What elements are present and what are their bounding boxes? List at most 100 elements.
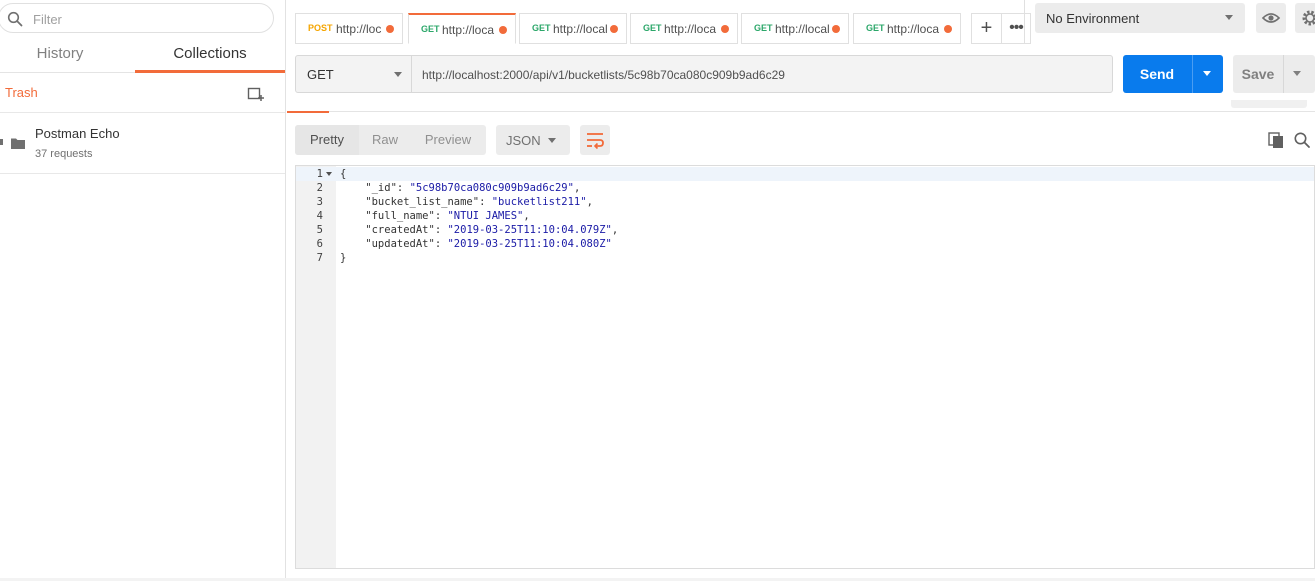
chevron-down-icon xyxy=(394,72,402,77)
json-value: "2019-03-25T11:10:04.079Z" xyxy=(447,224,612,236)
filter-box[interactable] xyxy=(0,3,274,33)
json-key: "bucket_list_name" xyxy=(340,196,480,208)
format-label: JSON xyxy=(506,133,541,148)
response-body-editor[interactable]: 1 { 2 "_id": "5c98b70ca080c909b9ad6c29",… xyxy=(295,165,1315,569)
tab-method: GET xyxy=(532,23,551,33)
response-tabs-divider xyxy=(287,111,1315,112)
line-number: 7 xyxy=(316,252,323,264)
tab-url: http://loca xyxy=(887,22,940,36)
filter-input[interactable] xyxy=(33,9,253,29)
collection-item[interactable]: Postman Echo 37 requests xyxy=(0,114,285,174)
view-mode-group: Pretty Raw Preview xyxy=(295,125,486,155)
send-options-chevron-icon[interactable] xyxy=(1203,71,1211,76)
save-label: Save xyxy=(1241,66,1275,82)
code-text: "updatedAt": "2019-03-25T11:10:04.080Z" xyxy=(340,238,612,250)
code-text: "createdAt": "2019-03-25T11:10:04.079Z", xyxy=(340,224,619,236)
chevron-down-icon xyxy=(548,138,556,143)
request-tab[interactable]: GET http://loca xyxy=(630,13,738,44)
code-text: { xyxy=(340,168,347,180)
code-line: 5 "createdAt": "2019-03-25T11:10:04.079Z… xyxy=(296,223,1314,237)
trash-row: Trash xyxy=(0,74,285,113)
json-key: "createdAt" xyxy=(340,224,435,236)
unsaved-dot-icon xyxy=(499,26,507,34)
wrap-lines-button[interactable] xyxy=(580,125,610,155)
line-number: 5 xyxy=(316,224,323,236)
unsaved-dot-icon xyxy=(944,25,952,33)
method-select[interactable]: GET xyxy=(295,55,412,93)
url-input[interactable] xyxy=(422,66,1102,84)
json-punct: , xyxy=(573,182,581,194)
tab-url: http://loca xyxy=(664,22,717,36)
code-line: 6 "updatedAt": "2019-03-25T11:10:04.080Z… xyxy=(296,237,1314,251)
code-text: "full_name": "NTUI JAMES", xyxy=(340,210,530,222)
collection-name: Postman Echo xyxy=(35,126,120,141)
fold-toggle-icon[interactable] xyxy=(326,172,332,176)
url-field[interactable] xyxy=(411,55,1113,93)
save-options-chevron-icon[interactable] xyxy=(1293,71,1301,76)
send-button[interactable]: Send xyxy=(1123,55,1223,93)
send-label: Send xyxy=(1139,66,1175,82)
new-collection-icon[interactable] xyxy=(247,85,264,102)
tab-url: http://local xyxy=(775,22,830,36)
request-tab[interactable]: POST http://loc xyxy=(295,13,403,44)
line-number: 1 xyxy=(316,168,323,180)
save-dropdown-shadow xyxy=(1231,100,1307,108)
tab-method: GET xyxy=(643,23,662,33)
save-divider xyxy=(1283,55,1284,93)
request-tab[interactable]: GET http://local xyxy=(519,13,627,44)
request-tab[interactable]: GET http://loca xyxy=(853,13,961,44)
environment-quick-look-button[interactable] xyxy=(1256,3,1286,33)
tab-method: GET xyxy=(866,23,885,33)
gear-icon xyxy=(1302,10,1315,26)
tab-collections[interactable]: Collections xyxy=(135,38,285,73)
tab-method: GET xyxy=(421,24,440,34)
chevron-down-icon xyxy=(1225,15,1233,20)
tab-url: http://loc xyxy=(336,22,382,36)
wrap-lines-icon xyxy=(587,133,604,150)
tab-url: http://local xyxy=(553,22,608,36)
json-punct: , xyxy=(586,196,593,208)
environment-label: No Environment xyxy=(1046,11,1140,26)
collapse-arrow-icon[interactable] xyxy=(0,139,3,145)
send-divider xyxy=(1192,55,1193,93)
format-select[interactable]: JSON xyxy=(496,125,570,155)
json-value: "NTUI JAMES" xyxy=(447,210,524,222)
tab-history[interactable]: History xyxy=(0,38,120,73)
json-punct: , xyxy=(523,210,530,222)
code-line: 2 "_id": "5c98b70ca080c909b9ad6c29", xyxy=(296,181,1314,195)
copy-icon[interactable] xyxy=(1267,131,1285,149)
trash-link[interactable]: Trash xyxy=(5,85,38,100)
more-tabs-button[interactable]: ••• xyxy=(1001,13,1031,44)
view-raw-button[interactable]: Raw xyxy=(359,125,411,155)
manage-environments-button[interactable] xyxy=(1295,3,1315,33)
tab-url: http://loca xyxy=(442,23,495,37)
new-tab-button[interactable]: + xyxy=(971,13,1001,44)
response-tab-indicator xyxy=(287,111,329,113)
json-key: "updatedAt" xyxy=(340,238,435,250)
sidebar: History Collections Trash Postman Echo 3… xyxy=(0,0,286,581)
line-number: 6 xyxy=(316,238,323,250)
line-number: 3 xyxy=(316,196,323,208)
unsaved-dot-icon xyxy=(386,25,394,33)
line-number: 4 xyxy=(316,210,323,222)
save-button[interactable]: Save xyxy=(1233,55,1315,93)
environment-select[interactable]: No Environment xyxy=(1035,3,1245,33)
json-value: "bucketlist211" xyxy=(491,196,587,208)
request-tab[interactable]: GET http://local xyxy=(741,13,849,44)
request-tab-active[interactable]: GET http://loca xyxy=(408,13,516,44)
view-pretty-button[interactable]: Pretty xyxy=(295,125,359,155)
view-preview-button[interactable]: Preview xyxy=(411,125,485,155)
search-icon[interactable] xyxy=(1293,131,1311,149)
code-line: 1 { xyxy=(296,167,1314,181)
tab-method: GET xyxy=(754,23,773,33)
json-value: "2019-03-25T11:10:04.080Z" xyxy=(447,238,612,250)
eye-icon xyxy=(1261,13,1281,23)
unsaved-dot-icon xyxy=(832,25,840,33)
json-key: "full_name" xyxy=(340,210,435,222)
code-text: } xyxy=(340,252,347,264)
method-label: GET xyxy=(307,67,334,82)
code-line: 3 "bucket_list_name": "bucketlist211", xyxy=(296,195,1314,209)
tab-method: POST xyxy=(308,23,333,33)
tabbar-divider xyxy=(1024,0,1025,44)
code-line: 4 "full_name": "NTUI JAMES", xyxy=(296,209,1314,223)
